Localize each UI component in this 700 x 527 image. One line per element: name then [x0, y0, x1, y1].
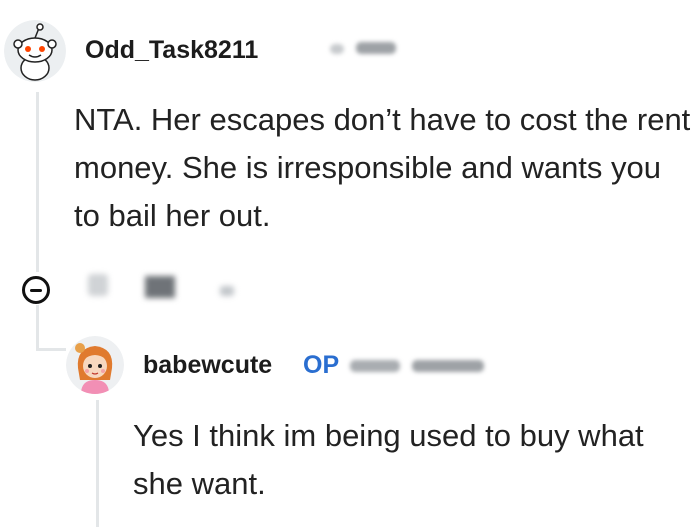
thread-line-reply [96, 400, 99, 527]
comment-body: NTA. Her escapes don’t have to cost the … [74, 102, 691, 233]
upvote-icon[interactable] [88, 274, 108, 296]
comment-meta-blurred [356, 42, 396, 54]
girl-avatar-icon[interactable] [66, 336, 124, 394]
comment-meta-blurred [330, 44, 344, 54]
snoo-avatar-icon[interactable] [4, 20, 66, 82]
op-badge: OP [303, 351, 340, 379]
thread-line-connector [36, 305, 39, 350]
downvote-icon[interactable] [220, 286, 234, 296]
collapse-minus-icon[interactable] [22, 276, 50, 304]
score-blurred [145, 276, 175, 298]
reply-author[interactable]: babewcute [143, 351, 272, 380]
reply-meta-blurred [412, 360, 484, 372]
thread-line-elbow [36, 348, 66, 351]
reply-meta-blurred [350, 360, 400, 372]
reply-body: Yes I think im being used to buy what sh… [133, 418, 644, 501]
thread-line-root [36, 92, 39, 272]
comment-author[interactable]: Odd_Task8211 [85, 36, 258, 65]
